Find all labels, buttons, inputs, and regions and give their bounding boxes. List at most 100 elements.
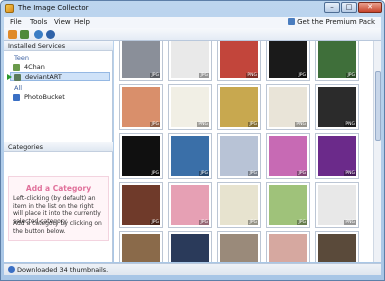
thumbnail-image: [122, 185, 160, 225]
add-category-button[interactable]: Add a Category: [4, 184, 113, 193]
refresh-icon[interactable]: [34, 30, 43, 39]
thumbnail[interactable]: JPG: [217, 133, 261, 179]
premium-pack-link[interactable]: Get the Premium Pack: [288, 18, 375, 26]
group-label-all: All: [14, 84, 23, 92]
window-title: The Image Collector: [18, 4, 89, 12]
file-type-badge: PNG: [344, 122, 356, 127]
vertical-scrollbar[interactable]: [373, 41, 381, 262]
service-item-deviantart[interactable]: deviantART: [7, 72, 110, 81]
categories-header: Categories: [4, 142, 113, 152]
file-type-badge: JPG: [297, 73, 307, 78]
service-item-4chan[interactable]: 4Chan: [10, 63, 110, 72]
status-bar: Downloaded 34 thumbnails.: [4, 263, 381, 275]
app-window: The Image Collector – □ ✕ File Tools Vie…: [0, 0, 385, 281]
download-icon[interactable]: [8, 30, 17, 39]
file-type-badge: PNG: [344, 171, 356, 176]
installed-services-header: Installed Services: [4, 41, 113, 51]
thumbnail[interactable]: PNG: [168, 84, 212, 130]
file-type-badge: PNG: [295, 122, 307, 127]
close-button[interactable]: ✕: [358, 2, 382, 13]
file-type-badge: JPG: [150, 73, 160, 78]
thumbnail[interactable]: JPG: [266, 41, 310, 81]
service-label: deviantART: [25, 73, 62, 81]
menu-tools[interactable]: Tools: [30, 18, 47, 26]
photobucket-icon: [13, 94, 20, 101]
file-type-badge: JPG: [150, 122, 160, 127]
thumbnail[interactable]: JPG: [217, 182, 261, 228]
file-type-badge: PNG: [197, 122, 209, 127]
file-type-badge: JPG: [199, 220, 209, 225]
deviantart-icon: [14, 74, 21, 81]
thumbnail[interactable]: [266, 231, 310, 262]
thumbnail-image: [269, 185, 307, 225]
status-text: Downloaded 34 thumbnails.: [17, 266, 109, 274]
app-icon: [5, 4, 14, 13]
thumbnail-image: [318, 234, 356, 262]
service-label: 4Chan: [24, 63, 45, 71]
menu-view[interactable]: View: [54, 18, 71, 26]
folder-icon[interactable]: [20, 30, 29, 39]
status-icon: [8, 266, 15, 273]
thumbnail[interactable]: JPG: [119, 133, 163, 179]
thumbnail-image: [220, 136, 258, 176]
premium-icon: [288, 18, 296, 25]
group-label-teen: Teen: [14, 54, 29, 62]
file-type-badge: JPG: [150, 171, 160, 176]
thumbnail-image: [220, 87, 258, 127]
thumbnail[interactable]: [217, 231, 261, 262]
menu-bar: File Tools View Help Get the Premium Pac…: [4, 17, 381, 28]
thumbnail-image: [171, 234, 209, 262]
thumbnail[interactable]: JPG: [168, 182, 212, 228]
menu-help[interactable]: Help: [74, 18, 90, 26]
file-type-badge: JPG: [297, 220, 307, 225]
thumbnail-image: [171, 136, 209, 176]
maximize-button[interactable]: □: [341, 2, 357, 13]
thumbnail[interactable]: [315, 231, 359, 262]
service-item-photobucket[interactable]: PhotoBucket: [10, 93, 110, 102]
thumbnail[interactable]: JPG: [217, 84, 261, 130]
thumbnail-grid: JPG JPG PNG JPG JPG JPG PNG JPG PNG PNG JPG JPG JPG J…: [114, 41, 381, 262]
thumbnail[interactable]: JPG: [168, 41, 212, 81]
scroll-thumb[interactable]: [375, 71, 381, 141]
thumbnail-image: [122, 87, 160, 127]
thumbnail-image: [122, 234, 160, 262]
file-type-badge: PNG: [246, 73, 258, 78]
thumbnail[interactable]: JPG: [315, 41, 359, 81]
thumbnail[interactable]: JPG: [266, 182, 310, 228]
globe-icon[interactable]: [46, 30, 55, 39]
4chan-icon: [13, 64, 20, 71]
thumbnail[interactable]: PNG: [315, 133, 359, 179]
thumbnail-image: [318, 136, 356, 176]
file-type-badge: JPG: [297, 171, 307, 176]
premium-label: Get the Premium Pack: [297, 18, 375, 26]
thumbnail[interactable]: PNG: [266, 84, 310, 130]
thumbnail[interactable]: JPG: [119, 182, 163, 228]
thumbnail[interactable]: PNG: [217, 41, 261, 81]
thumbnail[interactable]: JPG: [168, 133, 212, 179]
file-type-badge: PNG: [344, 220, 356, 225]
thumbnail-image: [220, 234, 258, 262]
thumbnail[interactable]: PNG: [315, 182, 359, 228]
thumbnail-image: [318, 185, 356, 225]
title-bar: The Image Collector – □ ✕: [1, 1, 384, 16]
category-help-text-2: Add a category by clicking on the button…: [13, 220, 102, 235]
thumbnail[interactable]: PNG: [315, 84, 359, 130]
thumbnail[interactable]: JPG: [266, 133, 310, 179]
thumbnail[interactable]: [168, 231, 212, 262]
file-type-badge: JPG: [150, 220, 160, 225]
thumbnail[interactable]: [119, 231, 163, 262]
thumbnail-image: [220, 185, 258, 225]
file-type-badge: JPG: [248, 220, 258, 225]
menu-file[interactable]: File: [10, 18, 22, 26]
services-panel: Installed Services Teen 4Chan deviantART…: [4, 41, 113, 262]
file-type-badge: JPG: [248, 171, 258, 176]
thumbnail-image: [269, 136, 307, 176]
toolbar: [4, 28, 381, 41]
minimize-button[interactable]: –: [324, 2, 340, 13]
file-type-badge: JPG: [346, 73, 356, 78]
thumbnail-image: [122, 136, 160, 176]
thumbnail[interactable]: JPG: [119, 41, 163, 81]
thumbnail[interactable]: JPG: [119, 84, 163, 130]
thumbnail-image: [318, 87, 356, 127]
file-type-badge: JPG: [199, 171, 209, 176]
